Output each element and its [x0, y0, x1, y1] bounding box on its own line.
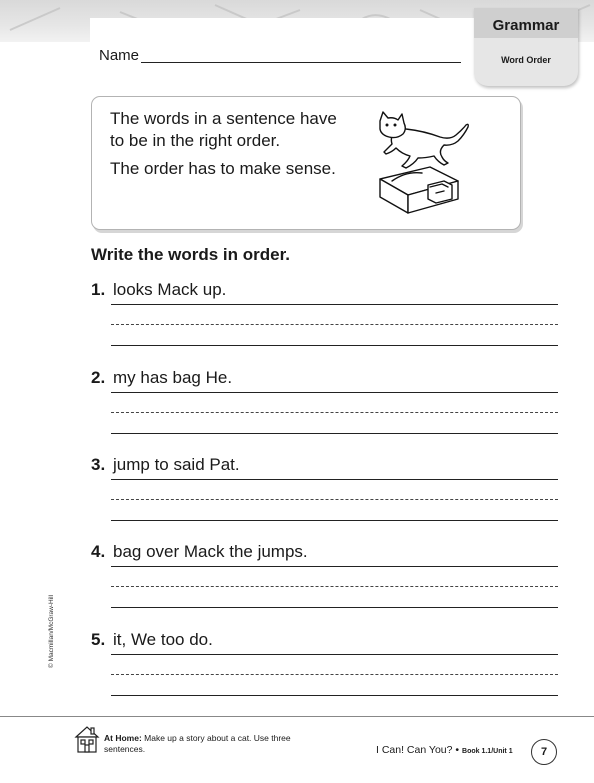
house-icon	[74, 726, 100, 753]
exercise-item-2: 2. my has bag He.	[91, 368, 561, 448]
write-line-bottom[interactable]	[111, 433, 558, 434]
write-line-middle[interactable]	[111, 412, 558, 413]
write-line-middle[interactable]	[111, 674, 558, 675]
write-line-middle[interactable]	[111, 499, 558, 500]
section-subtitle: Word Order	[501, 55, 551, 65]
write-line-bottom[interactable]	[111, 695, 558, 696]
book-reference: I Can! Can You? • Book 1.1/Unit 1	[376, 744, 513, 756]
write-line-top[interactable]	[111, 392, 558, 393]
write-line-top[interactable]	[111, 304, 558, 305]
item-words: it, We too do.	[113, 630, 213, 649]
exercise-item-1: 1. looks Mack up.	[91, 280, 561, 360]
write-line-bottom[interactable]	[111, 520, 558, 521]
write-line-top[interactable]	[111, 654, 558, 655]
at-home-label: At Home:	[104, 733, 142, 743]
name-label: Name	[99, 47, 140, 64]
write-line-bottom[interactable]	[111, 607, 558, 608]
exercise-item-3: 3. jump to said Pat.	[91, 455, 561, 535]
copyright-credit: © Macmillan/McGraw-Hill	[48, 594, 55, 668]
item-words: bag over Mack the jumps.	[113, 542, 308, 561]
item-number: 3.	[91, 455, 106, 474]
cat-jumping-over-bag-illustration	[379, 111, 469, 214]
item-words: jump to said Pat.	[113, 455, 240, 474]
exercise-item-4: 4. bag over Mack the jumps.	[91, 542, 561, 622]
exercise-item-5: 5. it, We too do.	[91, 630, 561, 710]
name-write-line[interactable]	[141, 62, 461, 63]
write-line-bottom[interactable]	[111, 345, 558, 346]
footer-divider	[0, 716, 594, 717]
rule-box: The words in a sentence have to be in th…	[91, 96, 521, 230]
rule-line-2: to be in the right order.	[110, 131, 281, 150]
page-number: 7	[531, 739, 557, 765]
book-title: I Can! Can You?	[376, 744, 453, 756]
item-words: my has bag He.	[113, 368, 233, 387]
write-line-middle[interactable]	[111, 586, 558, 587]
rule-line-3: The order has to make sense.	[110, 159, 336, 178]
item-number: 4.	[91, 542, 106, 561]
at-home-note: At Home: Make up a story about a cat. Us…	[104, 733, 304, 755]
instructions: Write the words in order.	[91, 245, 290, 264]
item-number: 5.	[91, 630, 106, 649]
bullet-separator: •	[455, 744, 460, 756]
write-line-top[interactable]	[111, 479, 558, 480]
section-tab: Grammar Word Order	[474, 8, 578, 86]
item-words: looks Mack up.	[113, 280, 227, 299]
item-number: 1.	[91, 280, 106, 299]
write-line-top[interactable]	[111, 566, 558, 567]
book-unit: Book 1.1/Unit 1	[462, 748, 513, 755]
write-line-middle[interactable]	[111, 324, 558, 325]
section-title: Grammar	[492, 17, 560, 34]
item-number: 2.	[91, 368, 106, 387]
rule-line-1: The words in a sentence have	[110, 109, 337, 128]
